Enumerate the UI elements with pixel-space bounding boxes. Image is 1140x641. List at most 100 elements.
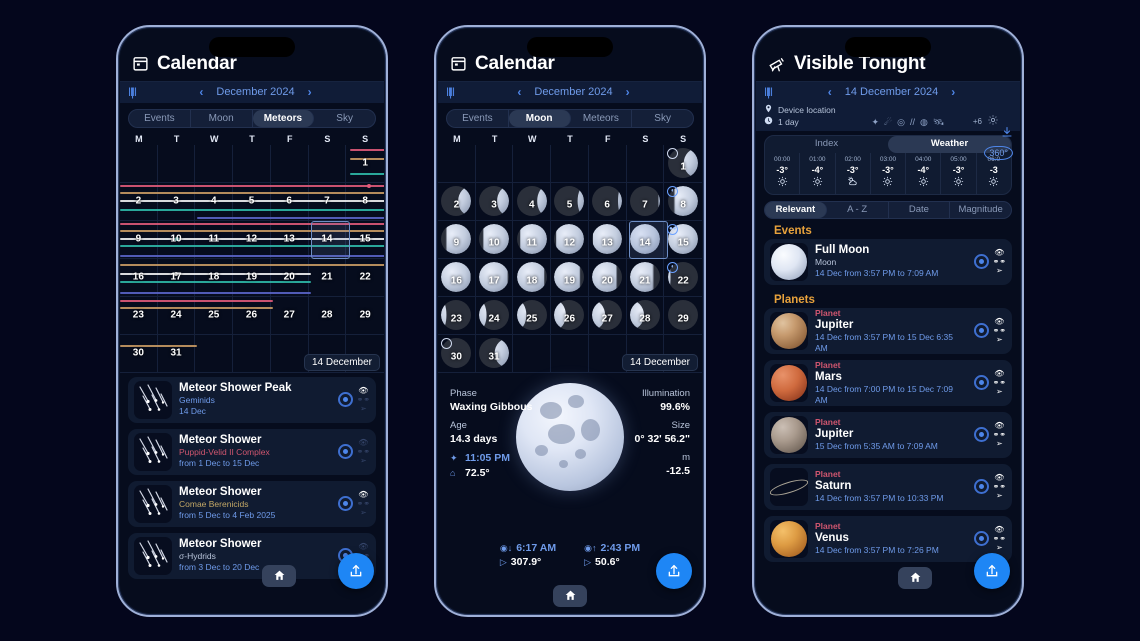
prev-month-button[interactable]: ‹ — [199, 85, 203, 99]
tab-sky[interactable]: Sky — [632, 110, 693, 127]
eye-icon[interactable]: 👁 — [994, 317, 1004, 326]
moon-day-cell[interactable]: 1 — [664, 145, 702, 183]
moon-calendar-grid[interactable]: 1 2 3 4 5 6 7 8 ◐ 9 10 11 12 13 14 15 ●● 16 17 18 19 20 21 22 ◐ 2… — [438, 144, 702, 373]
moon-day-cell[interactable]: 18 — [513, 258, 552, 297]
calendar-day-cell[interactable]: 10 — [157, 220, 196, 259]
telescope-icon[interactable]: ➢ — [996, 491, 1003, 500]
moon-day-cell[interactable]: 12 — [551, 220, 589, 259]
moon-day-cell[interactable]: 10 — [475, 220, 514, 259]
calendar-day-cell[interactable]: 6 — [270, 182, 309, 221]
visible-object-item[interactable]: Full Moon Moon 14 Dec from 3:57 PM to 7:09… — [764, 238, 1012, 285]
telescope-icon[interactable]: ➢ — [996, 387, 1003, 396]
home-button[interactable] — [262, 564, 296, 587]
calendar-day-cell[interactable]: 18 — [195, 258, 234, 297]
timeline-slider-icon[interactable]: ‖|‖ — [446, 85, 455, 99]
tab-meteors[interactable]: Meteors — [252, 109, 315, 127]
visible-object-item[interactable]: Planet Mars 14 Dec from 7:00 PM to 15 Dec … — [764, 359, 1012, 406]
current-month-label[interactable]: December 2024 — [534, 86, 612, 98]
meteor-list-item[interactable]: Meteor Shower Puppid-Velid II Complex from… — [128, 428, 376, 475]
calendar-day-cell[interactable]: 21 — [308, 258, 347, 297]
binoculars-icon[interactable]: ⚭⚭ — [357, 499, 370, 508]
planet-icon[interactable]: ◍ — [920, 116, 928, 128]
eye-icon[interactable]: 👁 — [358, 542, 368, 551]
calendar-day-cell[interactable]: 4 — [195, 182, 234, 221]
calendar-day-cell[interactable]: 23 — [120, 296, 158, 335]
item-actions[interactable]: 👁⚭⚭➢ — [330, 438, 370, 465]
weather-tab-index[interactable]: Index — [765, 136, 888, 153]
next-day-button[interactable]: › — [951, 85, 955, 99]
eye-icon[interactable]: 👁 — [358, 490, 368, 499]
tab-meteors[interactable]: Meteors — [571, 109, 633, 127]
moon-day-cell[interactable]: 4 — [513, 182, 552, 221]
binoculars-icon[interactable]: ⚭⚭ — [993, 257, 1006, 266]
comet-icon[interactable]: ☄ — [884, 116, 892, 128]
item-actions[interactable]: 👁⚭⚭➢ — [966, 473, 1006, 500]
current-month-label[interactable]: December 2024 — [216, 86, 294, 98]
panorama-360-badge[interactable]: 360° — [984, 145, 1013, 160]
moon-day-cell[interactable]: 6 — [588, 182, 627, 221]
timeline-slider-icon[interactable]: ‖|‖ — [764, 85, 773, 99]
moon-day-cell[interactable]: 2 — [438, 182, 476, 221]
telescope-icon[interactable]: ➢ — [360, 404, 367, 413]
calendar-day-cell[interactable]: 11 — [195, 220, 234, 259]
galaxy-icon[interactable]: ◎ — [897, 116, 905, 128]
calendar-day-cell[interactable]: 16 — [120, 258, 158, 297]
moon-day-cell[interactable]: 22 ◐ — [664, 259, 702, 297]
calendar-day-cell[interactable]: 1 — [346, 145, 384, 183]
moon-day-cell[interactable]: 28 — [626, 296, 665, 335]
calendar-day-cell[interactable]: 12 — [233, 220, 271, 259]
calendar-day-cell[interactable]: 7 — [308, 182, 347, 221]
eye-icon[interactable]: 👁 — [994, 421, 1004, 430]
moon-day-cell[interactable]: 21 — [626, 258, 665, 297]
eye-icon[interactable]: 👁 — [994, 525, 1004, 534]
moon-day-cell[interactable]: 8 ◐ — [664, 183, 702, 221]
binoculars-icon[interactable]: ⚭⚭ — [993, 430, 1006, 439]
calendar-day-cell[interactable]: 27 — [270, 296, 309, 335]
duration-row[interactable]: 1 day ✦ ☄ ◎ // ◍ 🛰 +6 — [764, 115, 1012, 128]
eye-icon[interactable]: 👁 — [358, 386, 368, 395]
moon-day-cell[interactable]: 29 — [664, 297, 702, 335]
share-button[interactable] — [974, 552, 1010, 589]
item-actions[interactable]: 👁⚭⚭➢ — [966, 248, 1006, 275]
moon-day-cell[interactable]: 25 — [513, 296, 552, 335]
prev-month-button[interactable]: ‹ — [517, 85, 521, 99]
calendar-day-cell[interactable]: 22 — [346, 259, 384, 297]
item-actions[interactable]: 👁⚭⚭➢ — [966, 317, 1006, 344]
home-button[interactable] — [898, 566, 932, 589]
moon-day-cell[interactable]: 19 — [551, 258, 589, 297]
next-month-button[interactable]: › — [308, 85, 312, 99]
download-icon[interactable] — [984, 125, 1013, 143]
calendar-day-cell[interactable]: 24 — [157, 296, 196, 335]
tab-moon[interactable]: Moon — [191, 109, 253, 127]
locate-icon[interactable] — [973, 427, 989, 442]
calendar-day-cell[interactable]: 20 — [270, 258, 309, 297]
item-actions[interactable]: 👁⚭⚭➢ — [966, 525, 1006, 552]
locate-icon[interactable] — [337, 496, 353, 511]
calendar-day-cell[interactable]: 26 — [233, 296, 271, 335]
calendar-day-cell[interactable]: 25 — [195, 296, 234, 335]
moon-day-cell[interactable]: 17 — [475, 258, 514, 297]
binoculars-icon[interactable]: ⚭⚭ — [993, 326, 1006, 335]
moon-day-cell[interactable]: 16 — [438, 258, 476, 297]
locate-icon[interactable] — [973, 323, 989, 338]
next-month-button[interactable]: › — [626, 85, 630, 99]
telescope-icon[interactable]: ➢ — [996, 543, 1003, 552]
telescope-icon[interactable]: ➢ — [360, 508, 367, 517]
meteor-list-item[interactable]: Meteor Shower Comae Berenicids from 5 Dec … — [128, 480, 376, 527]
sort-tab-date[interactable]: Date — [889, 201, 951, 218]
calendar-day-cell[interactable]: 9 — [120, 220, 158, 259]
object-filter-icons[interactable]: ✦ ☄ ◎ // ◍ 🛰 — [872, 116, 945, 128]
eye-icon[interactable]: 👁 — [994, 369, 1004, 378]
calendar-day-cell[interactable]: 17 — [157, 258, 196, 297]
item-actions[interactable]: 👁⚭⚭➢ — [966, 421, 1006, 448]
meteor-list-item[interactable]: Meteor Shower Peak Geminids 14 Dec 👁 ⚭⚭ ➢ — [128, 376, 376, 423]
moon-day-cell[interactable]: 3 — [475, 182, 514, 221]
prev-day-button[interactable]: ‹ — [828, 85, 832, 99]
location-row[interactable]: Device location — [764, 104, 1012, 116]
moon-day-cell[interactable]: 7 — [626, 182, 665, 221]
locate-icon[interactable] — [973, 531, 989, 546]
moon-day-cell[interactable]: 31 — [475, 334, 514, 373]
share-button[interactable] — [338, 552, 374, 589]
moon-day-cell[interactable]: 15 ●● — [664, 221, 702, 259]
locate-icon[interactable] — [973, 479, 989, 494]
